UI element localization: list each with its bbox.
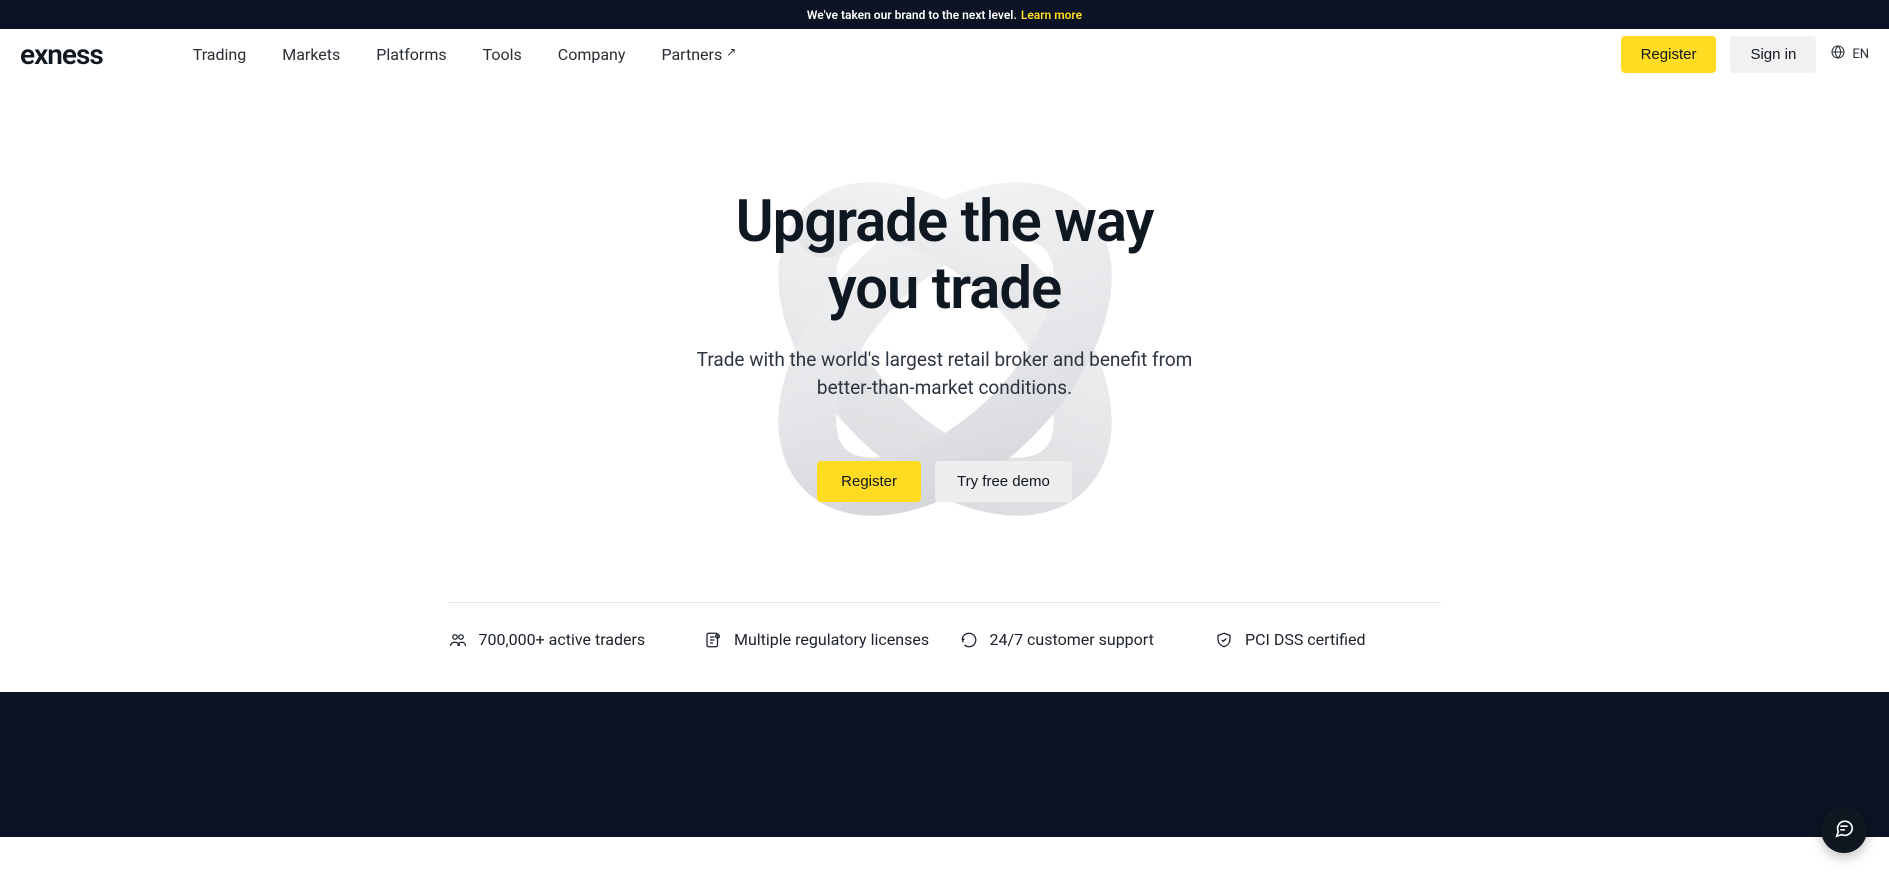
feature-label: PCI DSS certified — [1245, 629, 1365, 651]
nav-right: Register Sign in EN — [1621, 36, 1869, 73]
feature-support: 24/7 customer support — [960, 629, 1186, 651]
features-row: 700,000+ active traders Multiple regulat… — [449, 602, 1441, 691]
hero-title-line1: Upgrade the way — [736, 188, 1154, 256]
feature-traders: 700,000+ active traders — [449, 629, 675, 651]
hero-content: Upgrade the way you trade Trade with the… — [675, 189, 1215, 502]
language-code: EN — [1852, 47, 1869, 62]
nav-item-label: Tools — [483, 45, 522, 64]
nav-item-markets[interactable]: Markets — [282, 45, 340, 64]
nav-item-trading[interactable]: Trading — [193, 45, 247, 64]
nav-item-label: Platforms — [376, 45, 446, 64]
hero-demo-button[interactable]: Try free demo — [935, 461, 1072, 502]
nav-item-platforms[interactable]: Platforms — [376, 45, 446, 64]
hero-title-line2: you trade — [828, 255, 1061, 323]
nav-item-company[interactable]: Company — [558, 45, 626, 64]
hero-title: Upgrade the way you trade — [675, 189, 1215, 322]
signin-button[interactable]: Sign in — [1730, 36, 1816, 73]
nav-item-label: Company — [558, 45, 626, 64]
chat-button[interactable] — [1821, 807, 1867, 853]
announcement-text: We've taken our brand to the next level. — [807, 8, 1017, 22]
header: exness Trading Markets Platforms Tools C… — [0, 29, 1889, 79]
shield-icon — [1215, 631, 1233, 649]
feature-label: 24/7 customer support — [990, 629, 1154, 651]
dark-section — [0, 692, 1889, 837]
announcement-link[interactable]: Learn more — [1021, 8, 1082, 22]
feature-licenses: Multiple regulatory licenses — [704, 629, 930, 651]
hero-register-button[interactable]: Register — [817, 461, 921, 502]
nav-item-tools[interactable]: Tools — [483, 45, 522, 64]
hero-subtitle: Trade with the world's largest retail br… — [675, 346, 1215, 401]
feature-certified: PCI DSS certified — [1215, 629, 1441, 651]
support-icon — [960, 631, 978, 649]
announcement-bar: We've taken our brand to the next level.… — [0, 0, 1889, 29]
nav-item-label: Trading — [193, 45, 247, 64]
hero-section: Upgrade the way you trade Trade with the… — [0, 79, 1889, 572]
register-button[interactable]: Register — [1621, 36, 1717, 73]
hero-actions: Register Try free demo — [675, 461, 1215, 502]
logo-text: exness — [20, 38, 103, 71]
language-selector[interactable]: EN — [1830, 44, 1869, 64]
users-icon — [449, 631, 467, 649]
main-nav: Trading Markets Platforms Tools Company … — [193, 45, 737, 64]
feature-label: 700,000+ active traders — [479, 629, 646, 651]
external-link-icon: ↗ — [726, 45, 736, 59]
chat-icon — [1833, 817, 1855, 843]
nav-item-label: Partners — [661, 45, 722, 64]
globe-icon — [1830, 44, 1846, 64]
logo[interactable]: exness — [20, 38, 103, 71]
nav-item-label: Markets — [282, 45, 340, 64]
license-icon — [704, 631, 722, 649]
nav-item-partners[interactable]: Partners ↗ — [661, 45, 736, 64]
feature-label: Multiple regulatory licenses — [734, 629, 929, 651]
